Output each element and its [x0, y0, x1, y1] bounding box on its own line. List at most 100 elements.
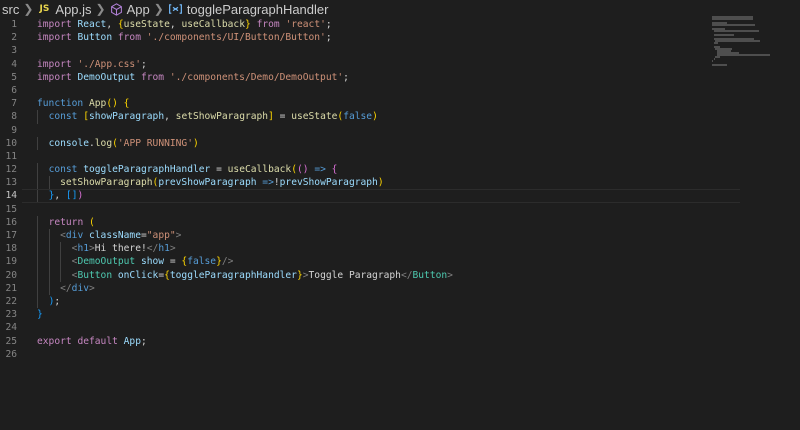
- line-number: 2: [11, 32, 17, 44]
- breadcrumb-label: App: [126, 1, 150, 17]
- code-text: <h1>Hi there!</h1>: [71, 243, 176, 255]
- line-number: 8: [11, 111, 17, 123]
- breadcrumb: src ❯ JS App.js ❯ App ❯ toggleParagraphHandler: [0, 0, 800, 18]
- line-number: 23: [5, 309, 17, 321]
- line-number: 6: [11, 84, 17, 96]
- cube-icon: [110, 2, 123, 16]
- line-number: 10: [5, 137, 17, 149]
- code-text: return (: [48, 216, 95, 228]
- code-editor[interactable]: 1 import React, {useState, useCallback} f…: [0, 18, 740, 430]
- breadcrumb-label: App.js: [55, 1, 92, 17]
- code-text: <Button onClick={toggleParagraphHandler}…: [71, 269, 453, 281]
- code-line[interactable]: 20 <Button onClick={toggleParagraphHandl…: [0, 268, 700, 282]
- line-number: 14: [5, 190, 17, 202]
- chevron-right-icon: ❯: [153, 2, 164, 16]
- code-text: import Button from './components/UI/Butt…: [37, 32, 332, 44]
- breadcrumb-label: src: [2, 1, 20, 17]
- minimap-line: [716, 54, 770, 56]
- code-text: const [showParagraph, setShowParagraph] …: [48, 111, 378, 123]
- code-text: import './App.css';: [37, 58, 147, 70]
- code-line[interactable]: 9: [0, 124, 700, 137]
- breadcrumb-item[interactable]: src: [2, 2, 19, 17]
- code-line[interactable]: 6: [0, 84, 700, 97]
- line-number: 17: [5, 230, 17, 241]
- breadcrumb-label: toggleParagraphHandler: [186, 1, 329, 17]
- code-line[interactable]: 23}: [0, 308, 700, 321]
- minimap-line: [713, 34, 735, 36]
- code-line[interactable]: 21 </div>: [0, 281, 700, 295]
- line-number: 7: [11, 98, 17, 110]
- minimap-line: [712, 64, 728, 66]
- minimap-line: [712, 60, 713, 62]
- js-file-icon: JS: [39, 4, 50, 14]
- breadcrumb-item[interactable]: toggleParagraphHandler: [168, 1, 329, 17]
- code-line[interactable]: 25 export default App;: [0, 335, 700, 348]
- code-line[interactable]: 3: [0, 44, 700, 57]
- code-line[interactable]: 16 return (: [0, 215, 700, 229]
- minimap-line: [713, 42, 719, 44]
- code-text: import React, {useState, useCallback} fr…: [37, 19, 332, 30]
- minimap-line: [715, 40, 760, 42]
- line-number: 25: [5, 335, 17, 347]
- code-line[interactable]: 1 import React, {useState, useCallback} f…: [0, 18, 700, 31]
- code-line[interactable]: 12 const toggleParagraphHandler = useCal…: [0, 163, 700, 177]
- line-number: 16: [5, 216, 17, 228]
- breadcrumb-item[interactable]: App: [110, 2, 150, 17]
- minimap-line: [712, 18, 753, 20]
- line-number: 22: [5, 295, 17, 307]
- line-number: 3: [11, 45, 17, 57]
- line-number: 26: [5, 348, 17, 360]
- line-number: 19: [5, 256, 17, 268]
- code-text: console.log('APP RUNNING'): [48, 137, 199, 149]
- minimap-line: [712, 24, 756, 26]
- minimap-line: [715, 56, 720, 58]
- code-line[interactable]: 19 <DemoOutput show = {false}/>: [0, 255, 700, 269]
- code-line[interactable]: 18 <h1>Hi there!</h1>: [0, 242, 700, 256]
- line-number: 15: [5, 203, 17, 215]
- minimap[interactable]: [712, 16, 782, 76]
- variable-icon: [168, 3, 183, 15]
- line-number: 13: [5, 177, 17, 189]
- line-number: 5: [11, 71, 17, 83]
- code-text: </div>: [60, 282, 95, 294]
- breadcrumb-item[interactable]: JS App.js: [37, 2, 91, 17]
- code-line[interactable]: 26: [0, 348, 700, 361]
- code-text: }, []): [48, 190, 84, 202]
- code-line[interactable]: 7 function App() {: [0, 97, 700, 110]
- line-number: 9: [11, 124, 17, 136]
- code-text: const toggleParagraphHandler = useCallba…: [48, 164, 338, 176]
- line-number: 18: [5, 243, 17, 255]
- code-line[interactable]: 24: [0, 321, 700, 334]
- code-line[interactable]: 17 <div className="app">: [0, 229, 700, 243]
- code-line[interactable]: 14 }, []): [0, 189, 740, 203]
- code-text: export default App;: [37, 335, 147, 347]
- chevron-right-icon: ❯: [95, 2, 106, 16]
- line-number: 21: [5, 282, 17, 294]
- code-line[interactable]: 8 const [showParagraph, setShowParagraph…: [0, 110, 700, 124]
- code-text: function App() {: [37, 98, 130, 110]
- code-line[interactable]: 13 setShowParagraph(prevShowParagraph =>…: [0, 176, 700, 190]
- code-line[interactable]: 15: [0, 203, 700, 216]
- line-number: 20: [5, 269, 17, 281]
- code-text: }: [37, 309, 43, 321]
- code-text: <div className="app">: [60, 230, 182, 241]
- code-line[interactable]: 10 console.log('APP RUNNING'): [0, 136, 700, 150]
- chevron-right-icon: ❯: [23, 2, 34, 16]
- line-number: 11: [5, 150, 17, 162]
- minimap-line: [713, 30, 760, 32]
- code-line[interactable]: 2 import Button from './components/UI/But…: [0, 31, 700, 44]
- code-text: setShowParagraph(prevShowParagraph =>!pr…: [60, 177, 384, 189]
- code-line[interactable]: 11: [0, 150, 700, 163]
- vertical-scrollbar[interactable]: [786, 18, 800, 430]
- code-text: <DemoOutput show = {false}/>: [71, 256, 234, 268]
- line-number: 1: [11, 19, 17, 30]
- code-line[interactable]: 4 import './App.css';: [0, 58, 700, 71]
- code-line[interactable]: 5 import DemoOutput from './components/De…: [0, 71, 700, 84]
- code-text: import DemoOutput from './components/Dem…: [37, 71, 349, 83]
- minimap-line: [713, 58, 716, 60]
- line-number: 4: [11, 58, 17, 70]
- code-line[interactable]: 22 );: [0, 294, 700, 309]
- line-number: 24: [5, 322, 17, 334]
- line-number: 12: [5, 164, 17, 176]
- code-text: );: [48, 295, 61, 307]
